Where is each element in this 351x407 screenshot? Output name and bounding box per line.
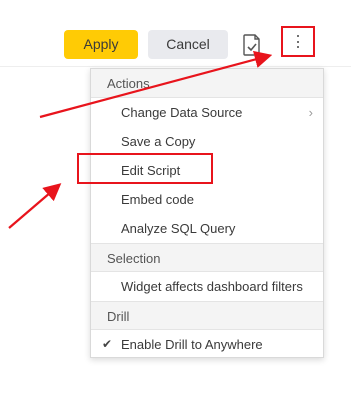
menu-item-label: Change Data Source (121, 105, 243, 120)
widget-options-menu: Actions Change Data Source › Save a Copy… (90, 68, 324, 358)
document-check-icon[interactable] (243, 34, 261, 56)
chevron-right-icon: › (308, 105, 313, 120)
checkmark-icon: ✔ (102, 337, 113, 351)
widget-toolbar: Apply Cancel (0, 0, 351, 67)
menu-item-enable-drill-to-anywhere[interactable]: ✔ Enable Drill to Anywhere (91, 330, 323, 359)
menu-item-widget-affects-filters[interactable]: Widget affects dashboard filters (91, 272, 323, 301)
menu-item-analyze-sql-query[interactable]: Analyze SQL Query (91, 214, 323, 243)
vertical-ellipsis-icon (297, 35, 300, 48)
menu-section-selection: Selection (91, 243, 323, 272)
more-options-button[interactable] (281, 26, 315, 57)
menu-item-save-a-copy[interactable]: Save a Copy (91, 127, 323, 156)
menu-item-change-data-source[interactable]: Change Data Source › (91, 98, 323, 127)
menu-item-embed-code[interactable]: Embed code (91, 185, 323, 214)
menu-section-actions: Actions (91, 69, 323, 98)
menu-item-label: Enable Drill to Anywhere (121, 337, 263, 352)
menu-item-edit-script[interactable]: Edit Script (91, 156, 323, 185)
apply-button[interactable]: Apply (64, 30, 138, 59)
arrow-to-edit-script (8, 183, 62, 229)
cancel-button[interactable]: Cancel (148, 30, 228, 59)
menu-section-drill: Drill (91, 301, 323, 330)
